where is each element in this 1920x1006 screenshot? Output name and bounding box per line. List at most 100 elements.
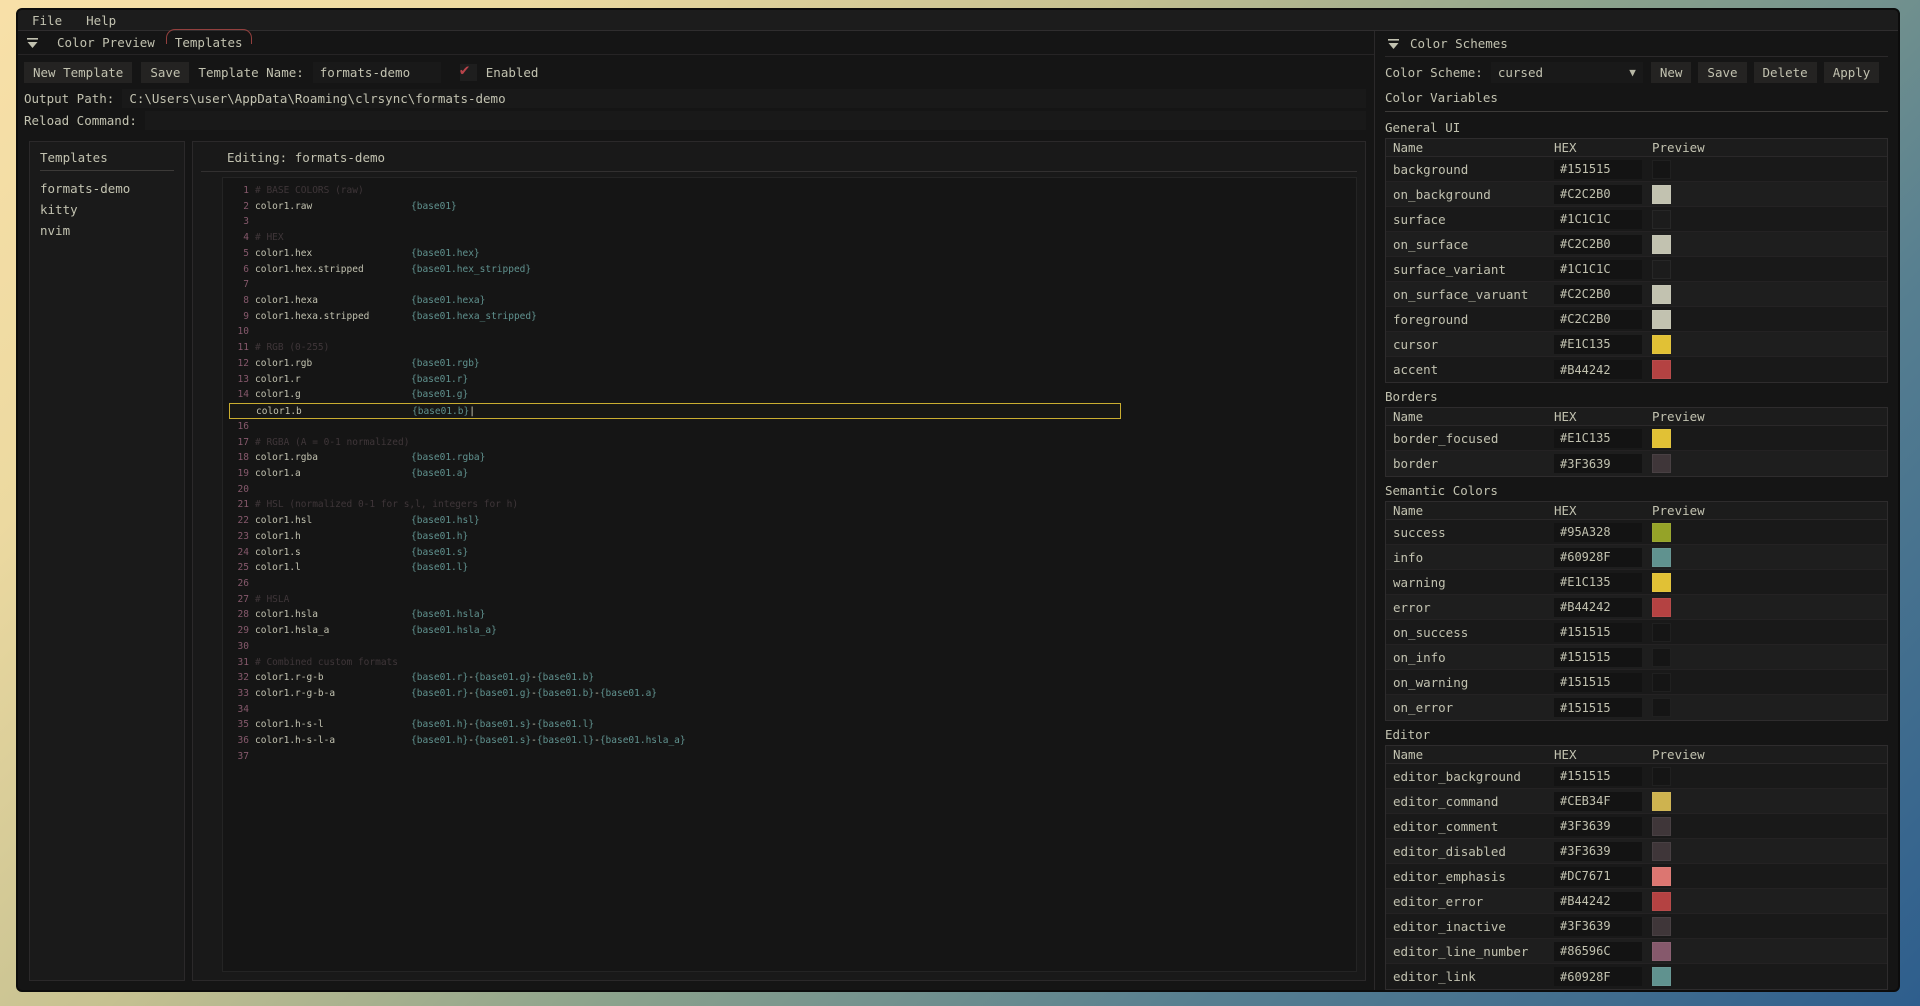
hex-value-input[interactable]: #B44242 — [1554, 598, 1642, 617]
code-line[interactable]: 7 — [223, 277, 1356, 293]
code-line[interactable]: 21# HSL (normalized 0-1 for s,l, integer… — [223, 497, 1356, 513]
hex-value-input[interactable]: #DC7671 — [1554, 867, 1642, 886]
hex-value-input[interactable]: #3F3639 — [1554, 817, 1642, 836]
menu-item-help[interactable]: Help — [86, 13, 116, 28]
hex-value-input[interactable]: #CEB34F — [1554, 792, 1642, 811]
code-line[interactable]: 26 — [223, 576, 1356, 592]
hex-value-input[interactable]: #60928F — [1554, 967, 1642, 986]
collapse-arrow-icon[interactable] — [1387, 38, 1400, 50]
code-line[interactable]: 33color1.r-g-b-a{base01.r}-{base01.g}-{b… — [223, 686, 1356, 702]
hex-value-input[interactable]: #3F3639 — [1554, 454, 1642, 473]
scheme-new-button[interactable]: New — [1651, 62, 1692, 83]
hex-value-input[interactable]: #1C1C1C — [1554, 210, 1642, 229]
color-scheme-combo[interactable]: cursed ▼ — [1491, 62, 1643, 83]
color-preview-swatch — [1652, 360, 1671, 379]
code-line-focused[interactable]: 15color1.b{base01.b}| — [229, 403, 1121, 419]
code-line[interactable]: 13color1.r{base01.r} — [223, 372, 1356, 388]
code-line[interactable]: 8color1.hexa{base01.hexa} — [223, 293, 1356, 309]
hex-value-input[interactable]: #151515 — [1554, 648, 1642, 667]
code-line[interactable]: 30 — [223, 639, 1356, 655]
hex-value-input[interactable]: #E1C135 — [1554, 335, 1642, 354]
tab-color-preview[interactable]: Color Preview — [55, 33, 157, 52]
output-path-label: Output Path: — [24, 91, 114, 106]
hex-value-input[interactable]: #B44242 — [1554, 892, 1642, 911]
tab-templates[interactable]: Templates — [173, 33, 245, 52]
hex-value-input[interactable]: #C2C2B0 — [1554, 235, 1642, 254]
code-line[interactable]: 37 — [223, 749, 1356, 765]
hex-value-input[interactable]: #60928F — [1554, 548, 1642, 567]
line-number: 9 — [223, 309, 249, 325]
reload-command-row: Reload Command: — [18, 109, 1374, 131]
hex-value-input[interactable]: #86596C — [1554, 942, 1642, 961]
code-line[interactable]: 5color1.hex{base01.hex} — [223, 246, 1356, 262]
hex-value-input[interactable]: #B44242 — [1554, 360, 1642, 379]
code-line[interactable]: 4# HEX — [223, 230, 1356, 246]
hex-value-input[interactable]: #151515 — [1554, 698, 1642, 717]
color-preview-swatch — [1652, 429, 1671, 448]
code-line[interactable]: 11# RGB (0-255) — [223, 340, 1356, 356]
hex-value-input[interactable]: #1C1C1C — [1554, 260, 1642, 279]
code-line[interactable]: 9color1.hexa.stripped{base01.hexa_stripp… — [223, 309, 1356, 325]
save-template-button[interactable]: Save — [141, 62, 189, 83]
code-line[interactable]: 20 — [223, 482, 1356, 498]
code-line[interactable]: 1# BASE COLORS (raw) — [223, 183, 1356, 199]
template-item-nvim[interactable]: nvim — [40, 220, 174, 241]
hex-value-input[interactable]: #151515 — [1554, 673, 1642, 692]
hex-value-input[interactable]: #E1C135 — [1554, 429, 1642, 448]
code-line[interactable]: 2color1.raw{base01} — [223, 199, 1356, 215]
code-line[interactable]: 6color1.hex.stripped{base01.hex_stripped… — [223, 262, 1356, 278]
output-path-input[interactable]: C:\Users\user\AppData\Roaming\clrsync\fo… — [122, 89, 1366, 108]
code-line[interactable]: 25color1.l{base01.l} — [223, 560, 1356, 576]
collapse-arrow-icon[interactable] — [26, 37, 39, 49]
code-line[interactable]: 22color1.hsl{base01.hsl} — [223, 513, 1356, 529]
code-line[interactable]: 28color1.hsla{base01.hsla} — [223, 607, 1356, 623]
menu-item-file[interactable]: File — [32, 13, 62, 28]
scheme-delete-button[interactable]: Delete — [1754, 62, 1817, 83]
code-line[interactable]: 31# Combined custom formats — [223, 655, 1356, 671]
scheme-apply-button[interactable]: Apply — [1824, 62, 1880, 83]
hex-value-input[interactable]: #151515 — [1554, 623, 1642, 642]
template-item-formats-demo[interactable]: formats-demo — [40, 178, 174, 199]
code-line[interactable]: 3 — [223, 214, 1356, 230]
code-value: {base01.h}-{base01.s}-{base01.l} — [411, 717, 594, 733]
code-line[interactable]: 34 — [223, 702, 1356, 718]
line-number: 30 — [223, 639, 249, 655]
code-line[interactable]: 19color1.a{base01.a} — [223, 466, 1356, 482]
code-line[interactable]: 24color1.s{base01.s} — [223, 545, 1356, 561]
hex-value-input[interactable]: #151515 — [1554, 767, 1642, 786]
code-line[interactable]: 16 — [223, 419, 1356, 435]
code-line[interactable]: 17# RGBA (A = 0-1 normalized) — [223, 435, 1356, 451]
color-row-editor-inactive: editor_inactive#3F3639 — [1386, 914, 1887, 939]
code-line[interactable]: 35color1.h-s-l{base01.h}-{base01.s}-{bas… — [223, 717, 1356, 733]
hex-value-input[interactable]: #151515 — [1554, 160, 1642, 179]
line-number: 16 — [223, 419, 249, 435]
code-line[interactable]: 27# HSLA — [223, 592, 1356, 608]
scheme-save-button[interactable]: Save — [1698, 62, 1746, 83]
hex-value-input[interactable]: #C2C2B0 — [1554, 310, 1642, 329]
template-name-input[interactable]: formats-demo — [313, 62, 441, 83]
code-line[interactable]: 10 — [223, 324, 1356, 340]
hex-value-input[interactable]: #E1C135 — [1554, 573, 1642, 592]
enabled-checkbox[interactable]: ✔ — [460, 64, 477, 81]
template-code-editor[interactable]: 1# BASE COLORS (raw)2color1.raw{base01}3… — [222, 177, 1357, 972]
code-line[interactable]: 12color1.rgb{base01.rgb} — [223, 356, 1356, 372]
hex-value-input[interactable]: #C2C2B0 — [1554, 185, 1642, 204]
color-scheme-label: Color Scheme: — [1385, 65, 1483, 80]
line-number: 4 — [223, 230, 249, 246]
code-line[interactable]: 36color1.h-s-l-a{base01.h}-{base01.s}-{b… — [223, 733, 1356, 749]
template-item-kitty[interactable]: kitty — [40, 199, 174, 220]
hex-value-input[interactable]: #3F3639 — [1554, 842, 1642, 861]
hex-value-input[interactable]: #C2C2B0 — [1554, 285, 1642, 304]
color-schemes-header[interactable]: Color Schemes — [1385, 31, 1888, 57]
color-row-error: error#B44242 — [1386, 595, 1887, 620]
code-line[interactable]: 23color1.h{base01.h} — [223, 529, 1356, 545]
code-line[interactable]: 18color1.rgba{base01.rgba} — [223, 450, 1356, 466]
code-line[interactable]: 32color1.r-g-b{base01.r}-{base01.g}-{bas… — [223, 670, 1356, 686]
reload-command-input[interactable] — [145, 111, 1366, 130]
code-line[interactable]: 29color1.hsla_a{base01.hsla_a} — [223, 623, 1356, 639]
line-number: 35 — [223, 717, 249, 733]
hex-value-input[interactable]: #3F3639 — [1554, 917, 1642, 936]
code-line[interactable]: 14color1.g{base01.g} — [223, 387, 1356, 403]
new-template-button[interactable]: New Template — [24, 62, 132, 83]
hex-value-input[interactable]: #95A328 — [1554, 523, 1642, 542]
